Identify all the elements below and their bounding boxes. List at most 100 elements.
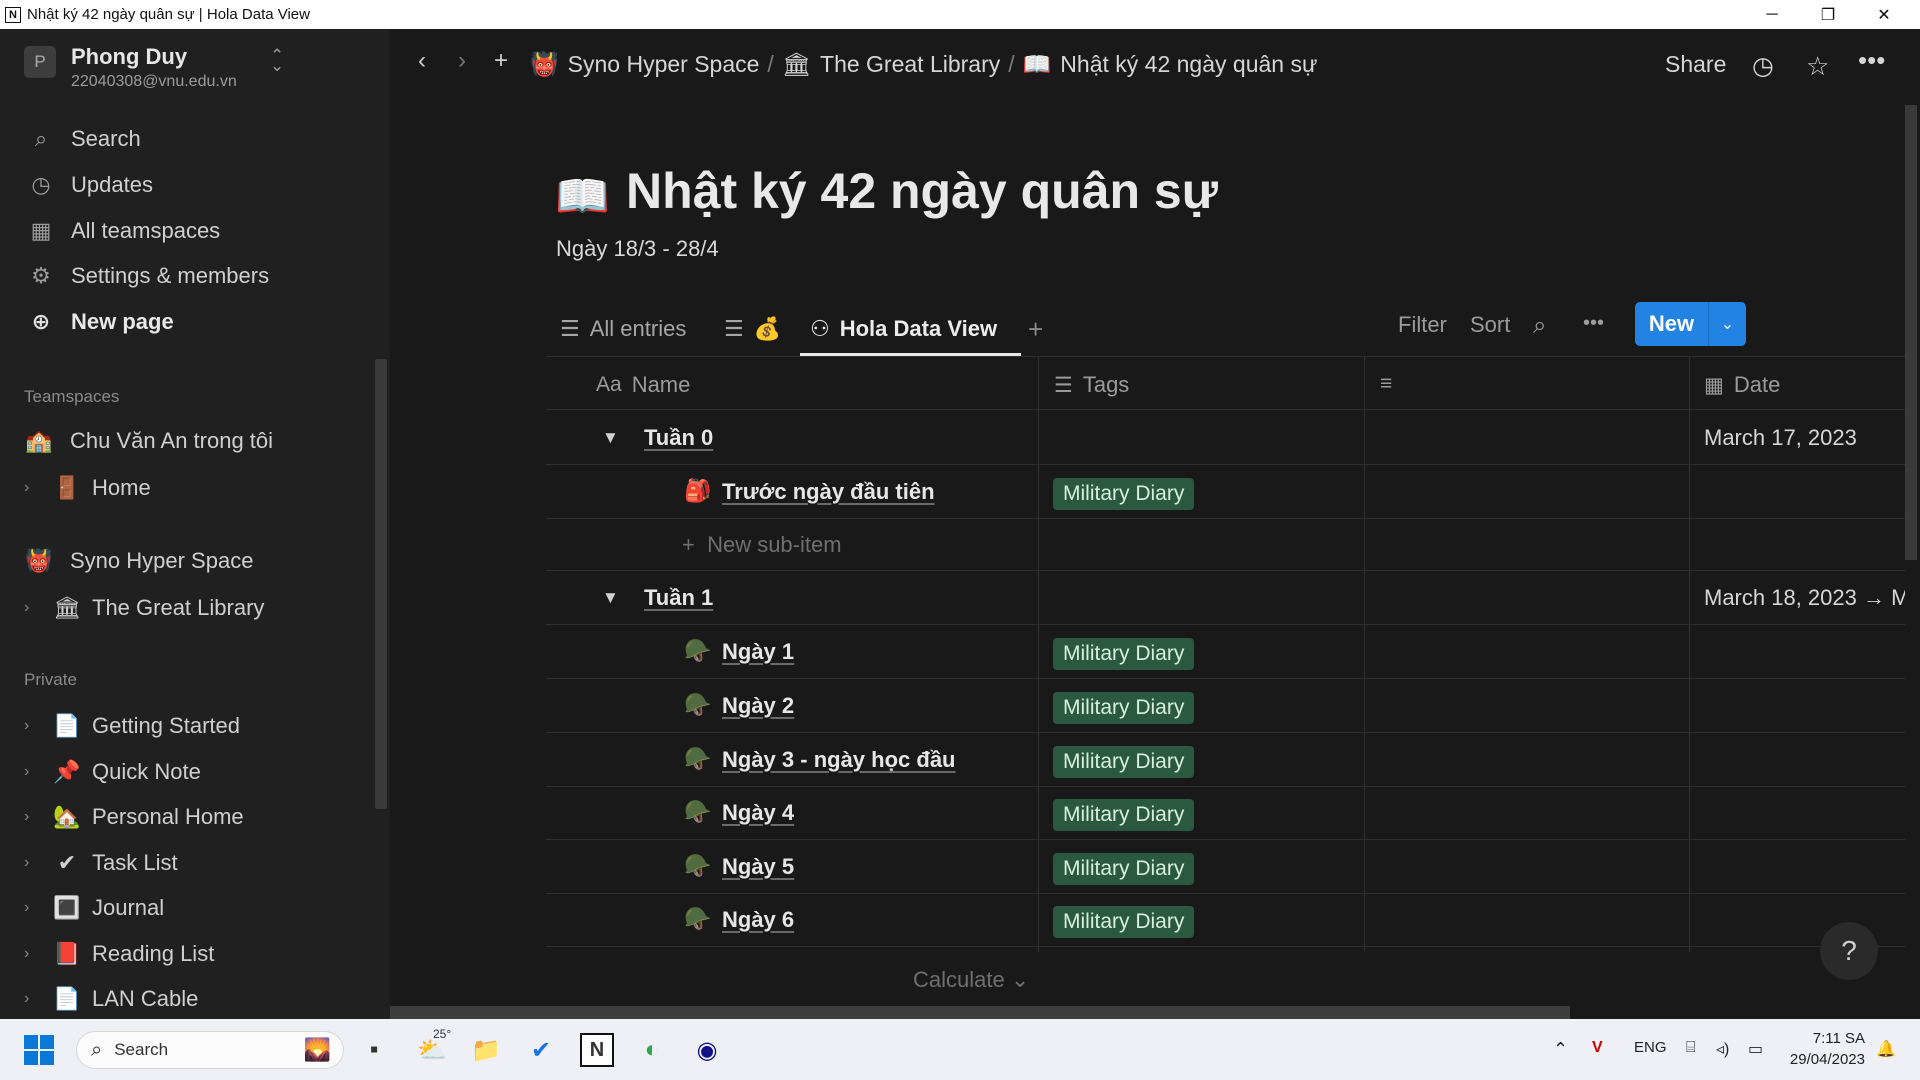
expand-collapse-icon[interactable]: ⌃ ⌄ — [270, 47, 284, 74]
toggle-triangle-icon[interactable]: ▼ — [602, 588, 619, 608]
chevron-right-icon[interactable]: › — [24, 717, 44, 735]
restore-button[interactable]: ❐ — [1800, 0, 1856, 29]
forward-arrow-icon[interactable]: › — [458, 47, 466, 75]
breadcrumb-great-library[interactable]: The Great Library — [820, 51, 1000, 78]
tab-all-entries[interactable]: ☰ All entries — [560, 306, 686, 352]
toggle-triangle-icon[interactable]: ▼ — [602, 428, 619, 448]
column-header-text[interactable]: ≡ — [1380, 372, 1402, 396]
group-name[interactable]: Tuần 0 — [644, 425, 713, 451]
table-row[interactable]: Ngày 5 — [722, 854, 794, 880]
sidebar-item-task-list[interactable]: › ✔ Task List — [24, 846, 178, 880]
app-icon[interactable]: ◐ — [635, 1033, 669, 1067]
sidebar-item-all-teamspaces[interactable]: ▦ All teamspaces — [28, 214, 221, 248]
calculate-button[interactable]: Calculate ⌄ — [913, 967, 1029, 993]
table-row[interactable]: Ngày 1 — [722, 639, 794, 665]
table-row[interactable]: Ngày 4 — [722, 800, 794, 826]
clock[interactable]: 7:11 SA 29/04/2023 — [1760, 1028, 1865, 1070]
todo-app-icon[interactable]: ✔ — [524, 1033, 558, 1067]
plus-icon[interactable]: + — [494, 47, 508, 75]
sidebar-scrollbar[interactable] — [375, 359, 387, 809]
column-header-tags[interactable]: ☰ Tags — [1054, 372, 1129, 398]
chevron-right-icon[interactable]: › — [24, 808, 44, 826]
chevron-right-icon[interactable]: › — [24, 763, 44, 781]
sort-button[interactable]: Sort — [1470, 312, 1510, 338]
tag-chip[interactable]: Military Diary — [1053, 692, 1195, 724]
volume-icon[interactable]: ◃) — [1716, 1039, 1729, 1059]
group-date[interactable]: March 17, 2023 — [1704, 425, 1857, 451]
breadcrumb-syno-hyper-space[interactable]: Syno Hyper Space — [568, 51, 760, 78]
page-subtitle[interactable]: Ngày 18/3 - 28/4 — [556, 236, 719, 262]
network-icon[interactable]: ⌸ — [1686, 1039, 1696, 1057]
add-view-icon[interactable]: + — [1028, 306, 1043, 352]
more-options-icon[interactable]: ••• — [1858, 45, 1885, 76]
sidebar-item-personal-home[interactable]: › 🏡 Personal Home — [24, 800, 244, 834]
chevron-right-icon[interactable]: › — [24, 854, 44, 872]
help-button[interactable]: ? — [1820, 922, 1878, 980]
sidebar-item-settings[interactable]: ⚙ Settings & members — [28, 259, 269, 293]
page-title[interactable]: Nhật ký 42 ngày quân sự — [626, 162, 1218, 220]
filter-button[interactable]: Filter — [1398, 312, 1447, 338]
back-arrow-icon[interactable]: ‹ — [418, 47, 426, 75]
open-book-icon[interactable]: 📖 — [555, 170, 610, 222]
vertical-scrollbar[interactable] — [1905, 105, 1917, 560]
tag-chip[interactable]: Military Diary — [1053, 799, 1195, 831]
group-name[interactable]: Tuần 1 — [644, 585, 713, 611]
sidebar-item-reading-list[interactable]: › 📕 Reading List — [24, 937, 214, 971]
tab-money-view[interactable]: ☰ 💰 — [724, 306, 781, 352]
chevron-right-icon[interactable]: › — [24, 479, 44, 497]
new-button[interactable]: New — [1635, 302, 1708, 346]
favorite-star-icon[interactable]: ☆ — [1806, 51, 1829, 82]
taskbar-search[interactable]: ⌕ Search 🌄 — [76, 1031, 344, 1069]
task-view-icon[interactable]: ▪ — [357, 1033, 391, 1067]
column-header-date[interactable]: ▦ Date — [1704, 372, 1780, 398]
file-explorer-icon[interactable]: 📁 — [469, 1033, 503, 1067]
new-sub-item-button[interactable]: + New sub-item — [682, 532, 842, 558]
search-icon[interactable]: ⌕ — [1533, 312, 1546, 340]
sidebar-item-home[interactable]: › 🚪 Home — [24, 471, 151, 505]
tab-hola-data-view[interactable]: ⚇ Hola Data View — [810, 306, 997, 352]
tag-chip[interactable]: Military Diary — [1053, 906, 1195, 938]
sidebar-item-journal[interactable]: › 🔳 Journal — [24, 891, 164, 925]
tag-chip[interactable]: Military Diary — [1053, 478, 1195, 510]
chevron-up-icon[interactable]: ⌃ — [1553, 1039, 1568, 1060]
close-window-button[interactable]: ✕ — [1856, 0, 1912, 29]
app-icon[interactable]: ◉ — [690, 1033, 724, 1067]
table-row[interactable]: Ngày 3 - ngày học đầu — [722, 747, 956, 773]
history-clock-icon[interactable]: ◷ — [1752, 51, 1774, 81]
windows-start-icon[interactable] — [24, 1035, 54, 1065]
antivirus-icon[interactable]: V — [1592, 1039, 1603, 1057]
sidebar-item-search[interactable]: ⌕ Search — [28, 122, 141, 156]
table-row[interactable]: Ngày 6 — [722, 907, 794, 933]
sidebar-item-syno-hyper-space[interactable]: 👹 Syno Hyper Space — [24, 544, 253, 578]
sidebar-item-chu-van-an[interactable]: 🏫 Chu Văn An trong tôi — [24, 424, 273, 458]
chevron-right-icon[interactable]: › — [24, 599, 44, 617]
table-row[interactable]: Trước ngày đầu tiên — [722, 479, 935, 505]
horizontal-scrollbar[interactable] — [390, 1006, 1570, 1019]
sidebar-item-new-page[interactable]: ⊕ New page — [28, 305, 174, 339]
notion-app-icon[interactable]: N — [580, 1033, 614, 1067]
breadcrumb-current-page[interactable]: Nhật ký 42 ngày quân sự — [1060, 51, 1317, 78]
tag-chip[interactable]: Military Diary — [1053, 746, 1195, 778]
sidebar-item-getting-started[interactable]: › 📄 Getting Started — [24, 709, 240, 743]
sidebar-item-lan-cable[interactable]: › 📄 LAN Cable — [24, 982, 198, 1016]
column-header-name[interactable]: Aa Name — [596, 372, 690, 398]
sidebar-item-updates[interactable]: ◷ Updates — [28, 168, 153, 202]
tag-chip[interactable]: Military Diary — [1053, 638, 1195, 670]
chevron-right-icon[interactable]: › — [24, 990, 44, 1008]
chevron-down-icon[interactable]: ⌄ — [1709, 302, 1746, 346]
sidebar-item-great-library[interactable]: › 🏛 The Great Library — [24, 591, 264, 625]
notification-icon[interactable]: 🔔 — [1876, 1039, 1896, 1059]
chevron-right-icon[interactable]: › — [24, 899, 44, 917]
workspace-switcher[interactable]: P Phong Duy 22040308@vnu.edu.vn — [24, 44, 237, 90]
sidebar-item-quick-note[interactable]: › 📌 Quick Note — [24, 755, 201, 789]
more-options-icon[interactable]: ••• — [1583, 312, 1604, 335]
breadcrumb-separator: / — [767, 51, 774, 77]
minimize-button[interactable]: ─ — [1744, 0, 1800, 29]
tag-chip[interactable]: Military Diary — [1053, 853, 1195, 885]
share-button[interactable]: Share — [1665, 51, 1726, 78]
chevron-right-icon[interactable]: › — [24, 945, 44, 963]
group-date[interactable]: March 18, 2023 → M — [1704, 585, 1905, 611]
language-indicator[interactable]: ENG — [1634, 1039, 1667, 1056]
table-row[interactable]: Ngày 2 — [722, 693, 794, 719]
weather-icon[interactable]: ⛅ 25° — [415, 1027, 451, 1067]
